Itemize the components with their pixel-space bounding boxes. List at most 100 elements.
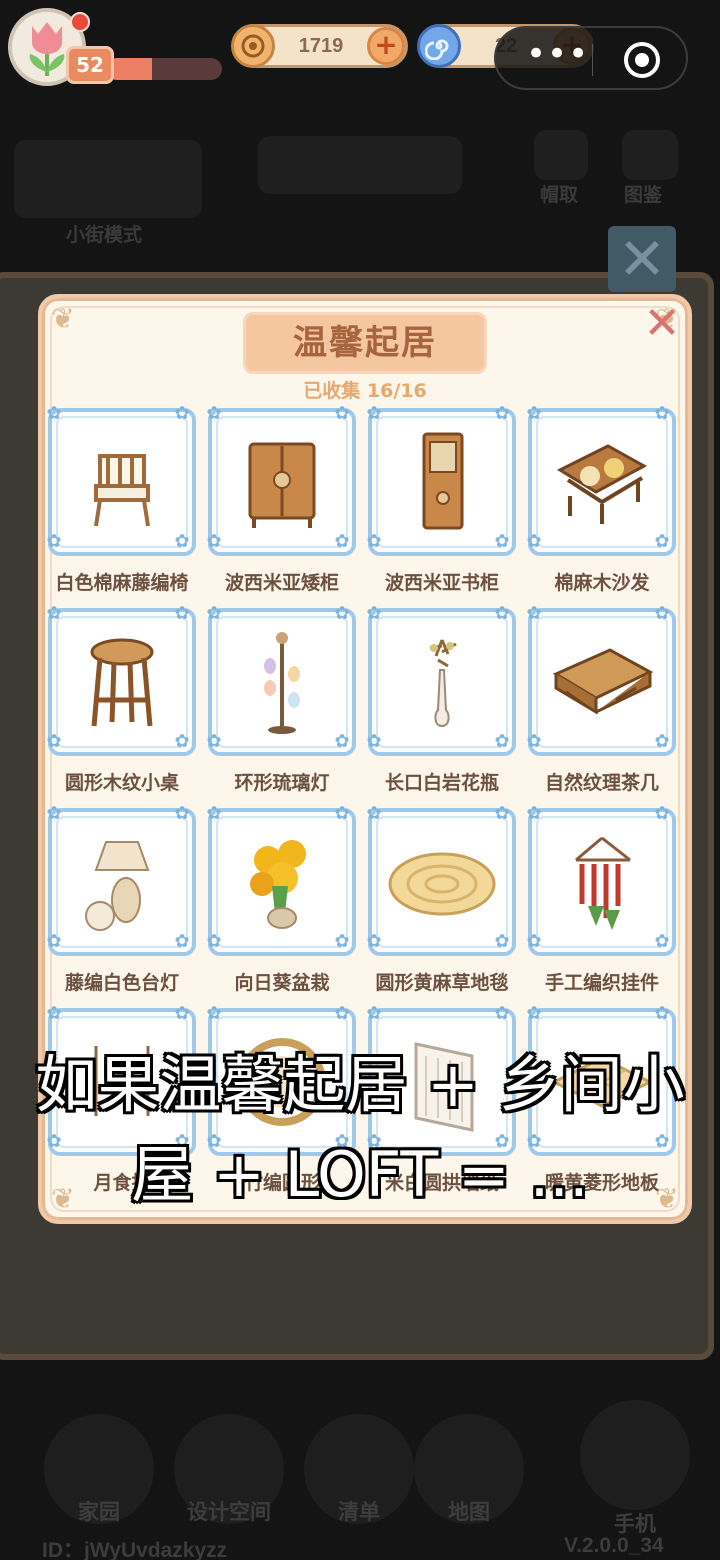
ribbon-bow-icon: ✿ bbox=[366, 931, 382, 952]
shop-mode-label: 小街模式 bbox=[66, 224, 143, 246]
ribbon-bow-icon: ✿ bbox=[174, 403, 190, 424]
ribbon-bow-icon: ✿ bbox=[46, 403, 62, 424]
ribbon-bow-icon: ✿ bbox=[494, 403, 510, 424]
ribbon-bow-icon: ✿ bbox=[174, 603, 190, 624]
bookcase-icon bbox=[386, 426, 498, 538]
ribbon-bow-icon: ✿ bbox=[206, 931, 222, 952]
collection-card[interactable]: ✿ ✿ ✿ ✿ bbox=[206, 804, 356, 956]
ribbon-bow-icon: ✿ bbox=[654, 403, 670, 424]
ribbon-bow-icon: ✿ bbox=[526, 1003, 542, 1024]
ribbon-bow-icon: ✿ bbox=[334, 403, 350, 424]
ribbon-bow-icon: ✿ bbox=[46, 803, 62, 824]
ribbon-bow-icon: ✿ bbox=[494, 803, 510, 824]
collection-card[interactable]: ✿ ✿ ✿ ✿ bbox=[366, 404, 516, 556]
collection-item-name: 藤编白色台灯 bbox=[64, 972, 179, 994]
collection-card[interactable]: ✿ ✿ ✿ ✿ bbox=[46, 404, 196, 556]
ribbon-bow-icon: ✿ bbox=[46, 931, 62, 952]
glass-lamp-icon bbox=[226, 626, 338, 738]
album-label: 图鉴 bbox=[624, 184, 663, 206]
nav-map-label: 地图 bbox=[448, 1500, 490, 1524]
close-icon[interactable]: ✕ bbox=[640, 302, 684, 346]
ribbon-bow-icon: ✿ bbox=[526, 803, 542, 824]
ribbon-bow-icon: ✿ bbox=[654, 1003, 670, 1024]
collection-title: 温馨起居 bbox=[243, 312, 487, 374]
wooden-stool-icon bbox=[66, 626, 178, 738]
level-badge: 52 bbox=[66, 46, 114, 84]
miniapp-capsule: ••• bbox=[494, 26, 688, 90]
ribbon-bow-icon: ✿ bbox=[654, 803, 670, 824]
collection-card[interactable]: ✿ ✿ ✿ ✿ bbox=[46, 604, 196, 756]
collection-item-name: 自然纹理茶几 bbox=[544, 772, 659, 794]
more-menu-button[interactable]: ••• bbox=[526, 34, 589, 74]
corner-ornament-icon: ❦ bbox=[51, 302, 75, 335]
notification-dot bbox=[70, 12, 90, 32]
xp-bar bbox=[106, 58, 222, 80]
collection-item-name: 圆形黄麻草地毯 bbox=[375, 972, 509, 994]
ribbon-bow-icon: ✿ bbox=[494, 603, 510, 624]
ribbon-bow-icon: ✿ bbox=[174, 803, 190, 824]
ribbon-bow-icon: ✿ bbox=[206, 531, 222, 552]
ribbon-bow-icon: ✿ bbox=[334, 803, 350, 824]
top-banner-bg bbox=[258, 136, 462, 194]
low-cabinet-icon bbox=[226, 426, 338, 538]
ribbon-bow-icon: ✿ bbox=[206, 603, 222, 624]
collection-card[interactable]: ✿ ✿ ✿ ✿ bbox=[526, 404, 676, 556]
ribbon-bow-icon: ✿ bbox=[526, 931, 542, 952]
collection-card[interactable]: ✿ ✿ ✿ ✿ bbox=[526, 804, 676, 956]
ribbon-bow-icon: ✿ bbox=[206, 403, 222, 424]
wood-sofa-icon bbox=[546, 426, 658, 538]
collection-card[interactable]: ✿ ✿ ✿ ✿ bbox=[366, 604, 516, 756]
capture-icon bbox=[534, 130, 588, 180]
add-coins-button[interactable]: + bbox=[367, 27, 405, 65]
ribbon-bow-icon: ✿ bbox=[526, 403, 542, 424]
collection-item-name: 圆形木纹小桌 bbox=[64, 772, 179, 794]
collection-item-name: 环形琉璃灯 bbox=[234, 772, 330, 794]
ribbon-bow-icon: ✿ bbox=[366, 1003, 382, 1024]
collection-card[interactable]: ✿ ✿ ✿ ✿ bbox=[526, 604, 676, 756]
coin-amount: 1719 bbox=[298, 34, 344, 57]
ribbon-bow-icon: ✿ bbox=[206, 803, 222, 824]
collection-card[interactable]: ✿ ✿ ✿ ✿ bbox=[206, 404, 356, 556]
album-icon bbox=[622, 130, 678, 180]
collection-item-name: 波西米亚书柜 bbox=[384, 572, 499, 594]
shop-banner-bg bbox=[14, 140, 202, 218]
table-lamp-icon bbox=[66, 826, 178, 938]
close-miniapp-icon[interactable] bbox=[624, 42, 660, 78]
player-id: ID：jWyUvdazkyzz bbox=[42, 1539, 228, 1560]
overlay-caption-line-2: 屋 + LOFT = ... bbox=[131, 1138, 589, 1211]
ribbon-bow-icon: ✿ bbox=[526, 603, 542, 624]
ribbon-bow-icon: ✿ bbox=[46, 603, 62, 624]
ribbon-bow-icon: ✿ bbox=[366, 603, 382, 624]
collection-item-name: 向日葵盆栽 bbox=[234, 972, 330, 994]
nav-design-label: 设计空间 bbox=[187, 1500, 271, 1524]
collection-item-name: 棉麻木沙发 bbox=[554, 572, 650, 594]
ribbon-bow-icon: ✿ bbox=[174, 1003, 190, 1024]
ribbon-bow-icon: ✿ bbox=[366, 803, 382, 824]
collected-count: 已收集 16/16 bbox=[303, 380, 427, 402]
collection-item-name: 波西米亚矮柜 bbox=[224, 572, 339, 594]
ribbon-bow-icon: ✿ bbox=[366, 403, 382, 424]
ribbon-bow-icon: ✿ bbox=[366, 731, 382, 752]
collection-item-name: 手工编织挂件 bbox=[544, 972, 659, 994]
nav-phone-icon[interactable] bbox=[580, 1400, 690, 1510]
nav-home-label: 家园 bbox=[78, 1500, 120, 1524]
ribbon-bow-icon: ✿ bbox=[654, 603, 670, 624]
rattan-chair-icon bbox=[66, 426, 178, 538]
ribbon-bow-icon: ✿ bbox=[206, 731, 222, 752]
coin-icon bbox=[231, 24, 275, 68]
overlay-caption-line-1: 如果温馨起居 + 乡间小 bbox=[35, 1048, 685, 1121]
capsule-divider bbox=[592, 44, 593, 76]
coffee-table-icon bbox=[546, 626, 658, 738]
ribbon-bow-icon: ✿ bbox=[46, 531, 62, 552]
ribbon-bow-icon: ✿ bbox=[334, 1003, 350, 1024]
collection-card[interactable]: ✿ ✿ ✿ ✿ bbox=[206, 604, 356, 756]
vase-icon bbox=[386, 626, 498, 738]
coin-counter[interactable]: 1719 + bbox=[231, 24, 408, 68]
book-close-icon[interactable]: ✕ bbox=[608, 226, 676, 292]
version-label: V.2.0.0_34 bbox=[564, 1534, 664, 1557]
ribbon-bow-icon: ✿ bbox=[46, 731, 62, 752]
collection-card[interactable]: ✿ ✿ ✿ ✿ bbox=[46, 804, 196, 956]
ribbon-bow-icon: ✿ bbox=[334, 603, 350, 624]
ribbon-bow-icon: ✿ bbox=[526, 731, 542, 752]
collection-card[interactable]: ✿ ✿ ✿ ✿ bbox=[366, 804, 516, 956]
